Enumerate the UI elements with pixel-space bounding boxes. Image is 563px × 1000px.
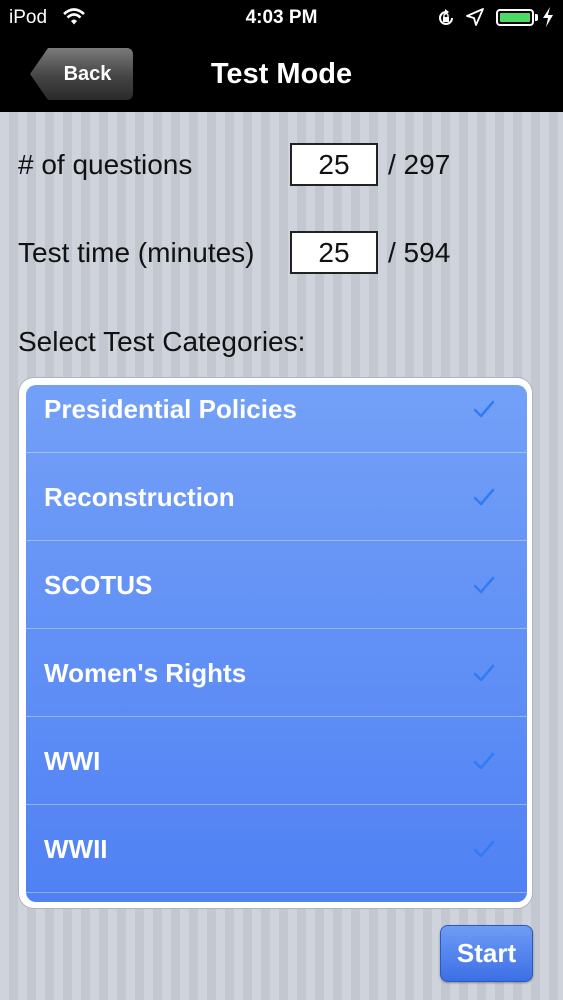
checkmark-icon xyxy=(473,400,495,418)
battery-fill xyxy=(500,13,530,22)
category-item-womens-rights[interactable]: Women's Rights xyxy=(26,629,527,717)
test-time-total: / 594 xyxy=(388,237,451,268)
orientation-lock-icon xyxy=(436,8,456,34)
categories-heading: Select Test Categories: xyxy=(18,326,306,357)
category-label: Reconstruction xyxy=(44,482,235,512)
category-label: WWI xyxy=(44,746,101,776)
start-button[interactable]: Start xyxy=(440,925,533,982)
checkmark-icon xyxy=(473,752,495,770)
test-time-label: Test time (minutes) xyxy=(18,237,255,268)
checkmark-icon xyxy=(473,576,495,594)
charging-bolt-icon xyxy=(542,7,554,33)
navigation-bar: Back Test Mode xyxy=(0,36,563,112)
checkmark-icon xyxy=(473,488,495,506)
category-item-presidential-policies[interactable]: Presidential Policies xyxy=(26,385,527,453)
questions-total: / 297 xyxy=(388,149,451,180)
battery-icon xyxy=(496,9,534,26)
category-label: Presidential Policies xyxy=(44,394,297,424)
questions-input[interactable] xyxy=(290,143,378,186)
test-time-input[interactable] xyxy=(290,231,378,274)
battery-tip xyxy=(535,14,538,21)
page-title: Test Mode xyxy=(210,58,353,90)
category-label: WWII xyxy=(44,834,108,864)
category-item-scotus[interactable]: SCOTUS xyxy=(26,541,527,629)
location-icon xyxy=(466,8,484,32)
status-bar: iPod 4:03 PM xyxy=(0,0,563,36)
checkmark-icon xyxy=(473,840,495,858)
questions-label: # of questions xyxy=(18,149,193,180)
category-label: Women's Rights xyxy=(44,658,247,688)
category-list[interactable]: Presidential Policies Reconstruction SCO… xyxy=(18,377,533,909)
category-label: SCOTUS xyxy=(44,570,153,600)
category-item-wwii[interactable]: WWII xyxy=(26,805,527,893)
category-list-scroll[interactable]: Presidential Policies Reconstruction SCO… xyxy=(26,385,527,902)
category-item-reconstruction[interactable]: Reconstruction xyxy=(26,453,527,541)
checkmark-icon xyxy=(473,664,495,682)
category-item-wwi[interactable]: WWI xyxy=(26,717,527,805)
start-button-label: Start xyxy=(456,938,517,968)
